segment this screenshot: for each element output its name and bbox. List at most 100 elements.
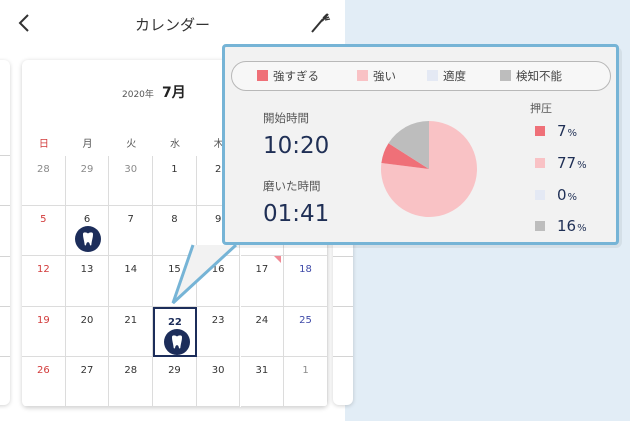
pressure-title: 押圧	[530, 102, 552, 115]
day-number: 29	[80, 164, 94, 175]
calendar-day[interactable]: 23	[196, 306, 241, 357]
pressure-value: 77%	[557, 154, 587, 172]
calendar-day[interactable]: 29	[153, 356, 197, 407]
legend-swatch	[427, 70, 438, 81]
day-number: 28	[36, 164, 50, 175]
calendar-day[interactable]: 26	[22, 356, 66, 407]
day-number: 29	[168, 364, 181, 376]
pressure-unit: %	[577, 160, 587, 171]
legend-item-strong: 強い	[357, 68, 396, 84]
calendar-day[interactable]: 8	[153, 206, 197, 257]
pressure-legend: 強すぎる 強い 適度 検知不能	[231, 61, 611, 91]
pressure-number: 7	[557, 122, 567, 140]
tooth-icon	[74, 226, 101, 253]
calendar-day[interactable]: 21	[109, 306, 154, 357]
day-number: 6	[83, 214, 91, 226]
legend-swatch	[500, 70, 511, 81]
calendar-month: 7月	[162, 85, 186, 101]
calendar-day[interactable]: 12	[22, 256, 66, 307]
legend-label: 適度	[443, 69, 466, 83]
brush-duration-value: 01:41	[263, 201, 330, 227]
weekday-label: 水	[169, 139, 180, 150]
legend-swatch	[257, 70, 268, 81]
day-number: 1	[302, 364, 309, 376]
calendar-day[interactable]: 6	[65, 206, 110, 257]
calendar-day[interactable]: 31	[240, 356, 285, 407]
pressure-number: 0	[557, 186, 567, 204]
day-number: 14	[124, 264, 138, 276]
calendar-year: 2020年	[122, 90, 154, 100]
calendar-day[interactable]: 24	[240, 306, 285, 357]
calendar-day[interactable]: 18	[284, 256, 328, 307]
calendar-day[interactable]: 20	[65, 306, 110, 357]
pressure-swatch	[535, 126, 545, 136]
legend-swatch	[357, 70, 368, 81]
calendar-day[interactable]: 30	[196, 356, 241, 407]
calendar-day[interactable]: 28	[109, 356, 154, 407]
calendar-day[interactable]: 7	[109, 206, 154, 257]
calendar-day[interactable]: 17	[240, 256, 285, 307]
day-number: 16	[211, 264, 225, 276]
pressure-swatch	[535, 221, 545, 231]
legend-label: 検知不能	[516, 69, 562, 83]
calendar-day[interactable]: 28	[22, 156, 66, 207]
calendar-day[interactable]: 27	[65, 356, 110, 407]
start-time-value: 10:20	[263, 133, 330, 159]
tooth-icon	[164, 328, 191, 355]
brushing-detail-popup: 強すぎる 強い 適度 検知不能 開始時間 10:20 磨いた時間 01:41 押…	[222, 44, 619, 245]
pressure-value: 7%	[557, 122, 577, 140]
day-number: 30	[211, 364, 225, 376]
calendar-day[interactable]: 19	[22, 306, 66, 357]
calendar-day[interactable]: 14	[109, 256, 154, 307]
pressure-pie-chart	[381, 121, 477, 217]
day-number: 15	[168, 264, 181, 276]
calendar-day[interactable]: 30	[109, 156, 154, 207]
pink-marker	[274, 256, 281, 263]
pressure-swatch	[535, 158, 545, 168]
weekday-label: 火	[126, 139, 137, 150]
calendar-day[interactable]: 1	[284, 356, 328, 407]
day-number: 19	[36, 314, 50, 326]
day-number: 24	[255, 314, 269, 326]
legend-item-undetectable: 検知不能	[500, 68, 562, 84]
calendar-day[interactable]: 16	[196, 256, 241, 307]
day-number: 13	[80, 264, 94, 276]
day-number: 26	[36, 364, 50, 376]
day-number: 22	[167, 316, 182, 328]
pressure-number: 77	[557, 154, 577, 172]
legend-label: 強すぎる	[273, 69, 319, 83]
calendar-day-selected[interactable]: 22	[153, 306, 197, 357]
day-number: 30	[124, 164, 138, 175]
weekday-label: 月	[82, 139, 93, 150]
day-number: 21	[124, 314, 138, 326]
legend-item-too-strong: 強すぎる	[257, 68, 319, 84]
app-bar: カレンダー	[0, 0, 345, 46]
pressure-unit: %	[567, 192, 578, 203]
page-title: カレンダー	[134, 16, 210, 34]
day-number: 18	[299, 264, 312, 276]
start-time-label: 開始時間	[263, 111, 309, 125]
previous-month-card[interactable]	[0, 60, 10, 405]
day-number: 20	[80, 314, 94, 326]
day-number: 27	[80, 364, 94, 376]
pressure-swatch	[535, 190, 545, 200]
pressure-number: 16	[557, 217, 577, 235]
calendar-day[interactable]: 15	[153, 256, 197, 307]
day-number: 5	[40, 214, 47, 226]
pressure-value: 0%	[557, 186, 577, 204]
calendar-day[interactable]: 5	[22, 206, 66, 257]
legend-label: 強い	[373, 69, 396, 83]
calendar-day[interactable]: 25	[284, 306, 328, 357]
toothbrush-icon[interactable]	[308, 11, 332, 35]
day-number: 1	[171, 164, 178, 175]
pressure-unit: %	[567, 128, 578, 139]
pressure-unit: %	[577, 223, 587, 234]
legend-item-moderate: 適度	[427, 68, 466, 84]
calendar-day[interactable]: 29	[65, 156, 110, 207]
calendar-day[interactable]: 13	[65, 256, 110, 307]
calendar-day[interactable]: 1	[153, 156, 197, 207]
day-number: 7	[127, 214, 134, 226]
pressure-value: 16%	[557, 217, 587, 235]
day-number: 12	[36, 264, 50, 276]
day-number: 28	[124, 364, 138, 376]
